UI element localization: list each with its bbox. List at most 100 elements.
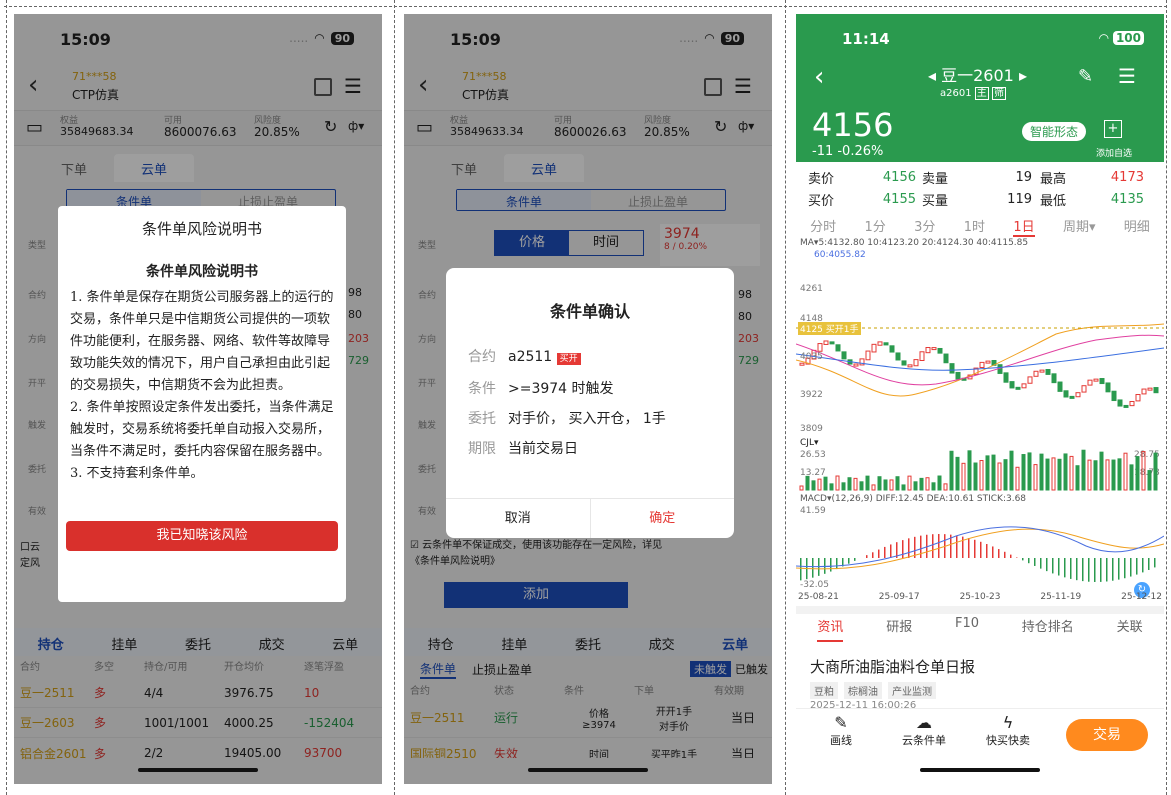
add-fav-icon[interactable]: +: [1104, 120, 1122, 138]
ask-vol-label: 卖量: [922, 171, 949, 187]
period-tab[interactable]: 明细: [1124, 216, 1150, 237]
macd-bar: [800, 558, 802, 581]
macd-bar: [830, 558, 832, 572]
period-tab[interactable]: 3分: [914, 216, 935, 237]
tab-holdings-rank[interactable]: 持仓排名: [1022, 616, 1074, 642]
battery-icon: 100: [1112, 31, 1144, 45]
volume-bar: [913, 481, 918, 491]
back-icon[interactable]: ‹: [814, 62, 824, 92]
macd-bar: [1136, 558, 1138, 575]
macd-bar: [902, 540, 904, 558]
volume-bar: [955, 456, 960, 491]
candle: [1123, 404, 1129, 408]
macd-bar: [1010, 554, 1012, 558]
tab-news[interactable]: 资讯: [817, 616, 844, 642]
volume-bar: [1057, 458, 1062, 491]
volume-bars: [799, 449, 1158, 491]
volume-bar: [1147, 470, 1152, 491]
volume-bar: [1069, 455, 1074, 491]
period-tab[interactable]: 分时: [810, 216, 836, 237]
candle: [1129, 400, 1135, 407]
macd-bar: [1106, 558, 1108, 582]
macd-bar: [1022, 558, 1024, 561]
volume-bar: [847, 477, 852, 491]
confirm-button[interactable]: 确定: [591, 499, 735, 538]
y-label: 3809: [800, 424, 823, 434]
volume-bar: [901, 484, 906, 491]
tab-related[interactable]: 关联: [1117, 616, 1143, 642]
candle: [889, 345, 895, 353]
tab-f10[interactable]: F10: [955, 616, 979, 642]
macd-bar: [1148, 558, 1150, 570]
period-tab[interactable]: 1日: [1013, 216, 1035, 237]
action-label: 画线: [830, 734, 852, 747]
ask-vol: 19: [1015, 169, 1032, 185]
candle: [907, 364, 913, 368]
candle: [919, 351, 925, 362]
volume-bar: [871, 484, 876, 491]
volume-bar: [1093, 460, 1098, 491]
news-tag: 产业监测: [888, 682, 936, 699]
volume-bar: [1003, 459, 1008, 491]
macd-bar: [890, 544, 892, 558]
candle: [895, 352, 901, 361]
date-label: 25-12-12: [1121, 592, 1162, 602]
period-tab[interactable]: 1时: [964, 216, 985, 237]
volume-bar: [949, 450, 954, 491]
menu-icon[interactable]: ☰: [1118, 64, 1136, 88]
candle: [937, 347, 943, 354]
dialog-row: 委托 对手价， 买入开仓， 1手: [468, 411, 666, 427]
smart-pattern-button[interactable]: 智能形态: [1022, 122, 1087, 141]
candle: [1039, 369, 1045, 373]
macd-bar: [1040, 558, 1042, 569]
period-tab[interactable]: 周期▾: [1063, 216, 1096, 237]
macd-bar: [848, 558, 850, 564]
buy-open-badge: 买开: [556, 353, 581, 365]
period-tab[interactable]: 1分: [865, 216, 886, 237]
contract-switcher[interactable]: ◂ 豆一2601 ▸: [928, 62, 1027, 86]
volume-bar: [985, 455, 990, 491]
macd-bar: [824, 558, 826, 574]
macd-bar: [992, 546, 994, 558]
news-title[interactable]: 大商所油脂油料仓单日报: [810, 656, 975, 677]
cloud-order-button[interactable]: ☁ 云条件单: [902, 713, 946, 748]
draw-line-button[interactable]: ✎ 画线: [830, 713, 852, 748]
macd-bar: [1088, 558, 1090, 582]
home-indicator: [920, 768, 1040, 772]
candle: [949, 363, 955, 374]
volume-bar: [1021, 454, 1026, 491]
candle: [1135, 394, 1141, 402]
contract-title: 豆一2601: [941, 66, 1014, 85]
macd-bar: [980, 541, 982, 558]
tab-research[interactable]: 研报: [886, 616, 912, 642]
volume-bar: [895, 476, 900, 491]
order-marker: 4125 买开1手: [798, 322, 861, 335]
volume-bar: [1027, 452, 1032, 491]
cancel-button[interactable]: 取消: [446, 499, 591, 538]
candle: [1093, 378, 1099, 382]
macd-bar: [986, 544, 988, 558]
divider: [796, 606, 1164, 614]
phone-2: 15:09 ..... ◠ 90 ‹ 71***58 CTP仿真 ☰ ▭ 权益 35…: [404, 14, 772, 784]
macd-bar: [1004, 551, 1006, 558]
quick-trade-button[interactable]: ϟ 快买快卖: [986, 713, 1030, 748]
volume-bar: [1141, 451, 1146, 491]
edit-icon[interactable]: ✎: [1078, 66, 1093, 87]
candle: [943, 353, 949, 364]
candle: [1051, 373, 1057, 384]
macd-bar: [1070, 558, 1072, 579]
macd-bar: [878, 549, 880, 558]
clock: 11:14: [842, 30, 890, 48]
macd-bar: [938, 534, 940, 558]
acknowledge-button[interactable]: 我已知晓该风险: [66, 521, 338, 551]
candle: [835, 344, 841, 352]
candle: [1081, 385, 1087, 393]
high-value: 4173: [1110, 169, 1144, 185]
kline-chart[interactable]: [796, 264, 1164, 434]
trade-button[interactable]: 交易: [1066, 719, 1148, 751]
volume-bar: [799, 485, 804, 491]
volume-bar: [841, 482, 846, 491]
candle: [1009, 381, 1015, 389]
macd-bar: [974, 539, 976, 558]
modal-title: 条件单风险说明书: [141, 220, 262, 238]
